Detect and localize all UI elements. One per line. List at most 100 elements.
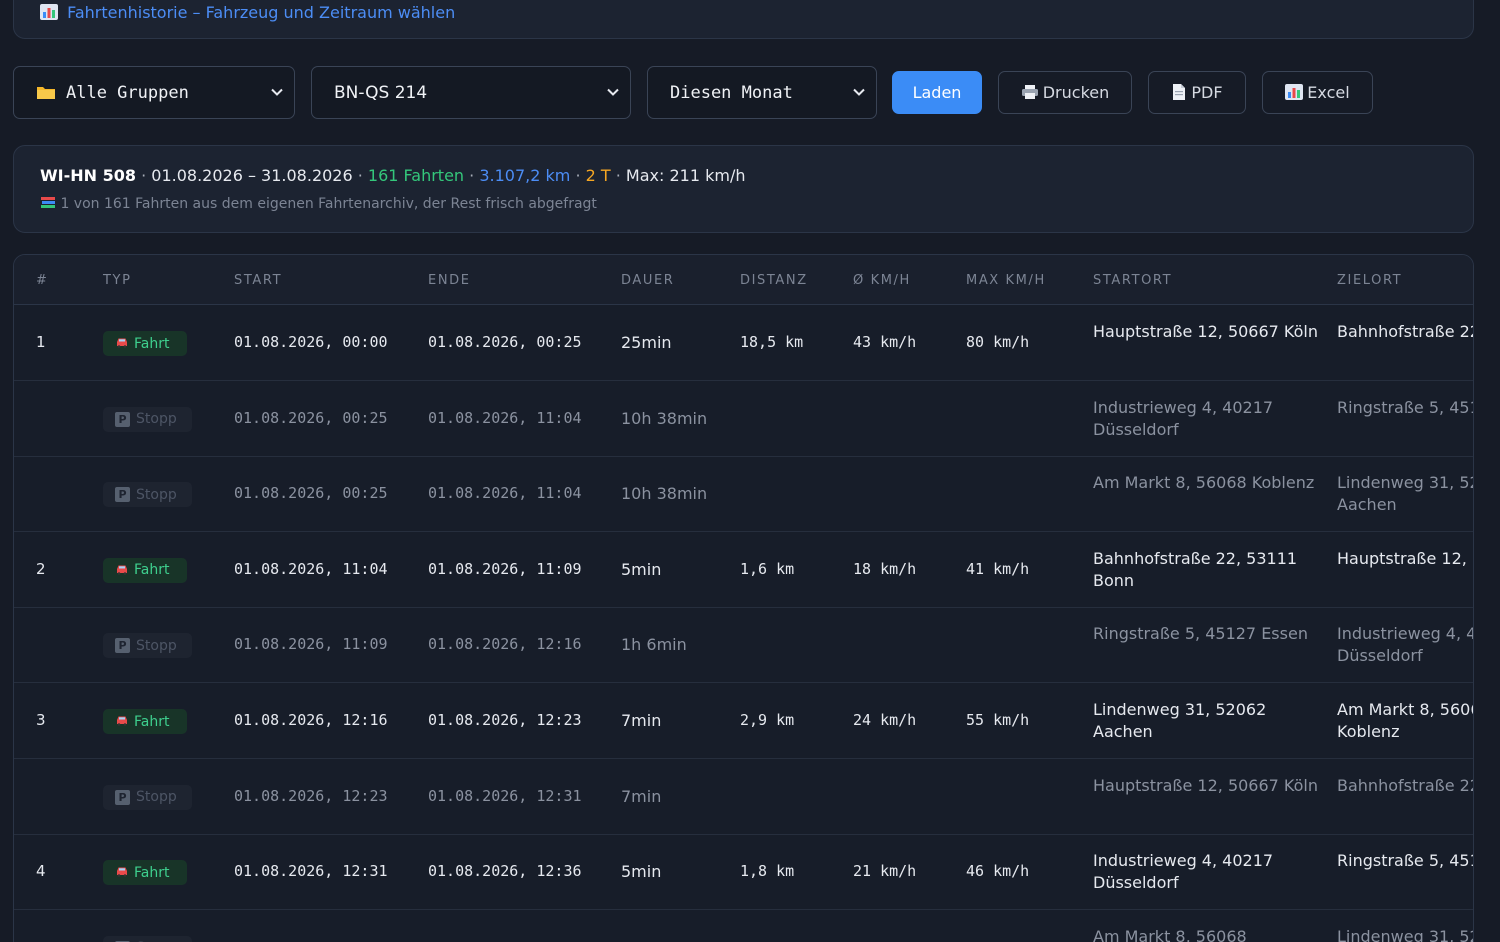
period-select[interactable]: Diesen Monat <box>647 66 877 119</box>
distance: 1,6 km <box>740 559 795 578</box>
col-header-start[interactable]: START <box>234 273 282 288</box>
duration: 5min <box>621 862 662 882</box>
row-number: 3 <box>36 711 46 729</box>
page-title: Fahrtenhistorie – Fahrzeug und Zeitraum … <box>40 3 455 22</box>
group-select[interactable]: Alle Gruppen <box>13 66 295 119</box>
table-row[interactable]: 3 01.08.2026, 12:16 01.08.2026, 12:23 7min 2… <box>14 683 1473 759</box>
group-select-value: Alle Gruppen <box>66 82 189 103</box>
document-icon <box>1171 83 1187 102</box>
bar-chart-icon <box>40 3 63 22</box>
trip-badge: Fahrt <box>103 860 187 886</box>
summary-line: WI-HN 508 · 01.08.2026 – 31.08.2026 · 16… <box>40 166 746 185</box>
start-time: 01.08.2026, 12:16 <box>234 711 388 729</box>
col-header-start-location[interactable]: STARTORT <box>1093 273 1172 288</box>
row-number: 4 <box>36 862 46 881</box>
parking-icon: P <box>115 638 130 654</box>
start-time: 01.08.2026, 00:00 <box>234 333 388 351</box>
table-row[interactable]: 01.08.2026, 00:25 01.08.2026, 11:04 10h 38… <box>14 456 1473 533</box>
table-row[interactable]: 2 01.08.2026, 11:04 01.08.2026, 11:09 5min 1… <box>14 532 1473 608</box>
pdf-button[interactable]: PDF <box>1148 71 1246 114</box>
bar-chart-icon <box>1285 83 1304 102</box>
car-icon <box>115 336 129 351</box>
max-speed: 41 km/h <box>966 559 1030 578</box>
end-time: 01.08.2026, 11:04 <box>428 484 582 503</box>
table-row[interactable]: 01.08.2026, 12:23 01.08.2026, 12:31 7min Ha… <box>14 759 1473 835</box>
type-label: Stopp <box>136 486 177 503</box>
summary-max-speed: Max: 211 km/h <box>625 166 746 185</box>
col-header-distance[interactable]: DISTANZ <box>740 273 808 288</box>
start-location: Industrieweg 4, 40217 Düsseldorf <box>1093 851 1274 893</box>
summary-card: WI-HN 508 · 01.08.2026 – 31.08.2026 · 16… <box>13 145 1474 233</box>
destination: Bahnhofstraße 22, Bonn <box>1337 775 1473 795</box>
excel-button[interactable]: Excel <box>1262 71 1373 114</box>
col-header-num[interactable]: # <box>36 273 49 288</box>
pdf-button-label: PDF <box>1191 83 1223 102</box>
start-location: Am Markt 8, 56068 <box>1093 926 1247 942</box>
trip-badge: Fahrt <box>103 331 187 356</box>
col-header-end[interactable]: ENDE <box>428 273 471 288</box>
max-speed: 80 km/h <box>966 333 1030 351</box>
destination: Ringstraße 5, 4512 <box>1337 397 1473 417</box>
avg-speed: 18 km/h <box>853 559 917 578</box>
print-button-label: Drucken <box>1042 83 1110 102</box>
chevron-down-icon <box>271 88 283 96</box>
duration: 10h 38min <box>621 484 708 504</box>
car-icon <box>115 865 129 880</box>
table-header: # TYP START ENDE DAUER DISTANZ Ø KM/H MA… <box>14 255 1473 305</box>
stop-badge: PStopp <box>103 406 192 432</box>
summary-period: 01.08.2026 – 31.08.2026 <box>151 166 353 185</box>
end-time: 01.08.2026, 12:36 <box>428 862 582 881</box>
duration: 7min <box>621 711 662 730</box>
col-header-type[interactable]: TYP <box>103 273 132 288</box>
start-location: Am Markt 8, 56068 Koblenz <box>1093 473 1315 493</box>
destination: Lindenweg 31, 520 Aachen <box>1337 473 1473 515</box>
parking-icon: P <box>115 487 130 503</box>
end-time: 01.08.2026, 12:16 <box>428 635 582 654</box>
type-label: Fahrt <box>134 335 170 352</box>
row-number: 1 <box>36 333 46 351</box>
summary-note-text: 1 von 161 Fahrten aus dem eigenen Fahrte… <box>60 196 597 212</box>
avg-speed: 24 km/h <box>853 711 917 729</box>
max-speed: 46 km/h <box>966 862 1030 881</box>
table-row[interactable]: 01.08.2026, 11:09 01.08.2026, 12:16 1h 6mi… <box>14 607 1473 684</box>
stop-badge: PStopp <box>103 935 192 942</box>
destination: Am Markt 8, 5606 Koblenz <box>1337 700 1474 741</box>
page-title-text: Fahrtenhistorie – Fahrzeug und Zeitraum … <box>67 3 456 22</box>
table-row[interactable]: Am Markt 8, 56068 Lindenweg 31, 520 PStopp <box>14 910 1473 942</box>
duration: 5min <box>621 559 662 579</box>
destination: Ringstraße 5, 4512 <box>1337 851 1473 871</box>
books-icon <box>40 196 60 212</box>
start-time: 01.08.2026, 11:04 <box>234 559 388 578</box>
load-button[interactable]: Laden <box>892 71 982 114</box>
start-location: Hauptstraße 12, 50667 Köln <box>1093 322 1318 341</box>
table-row[interactable]: 1 01.08.2026, 00:00 01.08.2026, 00:25 25min… <box>14 305 1473 381</box>
avg-speed: 43 km/h <box>853 333 917 351</box>
stop-badge: PStopp <box>103 633 192 659</box>
table-row[interactable]: 01.08.2026, 00:25 01.08.2026, 11:04 10h 38… <box>14 381 1473 457</box>
chevron-down-icon <box>853 88 865 96</box>
distance: 1,8 km <box>740 862 795 881</box>
print-button[interactable]: Drucken <box>998 71 1132 114</box>
duration: 7min <box>621 786 662 806</box>
type-label: Stopp <box>136 789 177 806</box>
destination: Hauptstraße 12, 50 Köln <box>1337 548 1473 568</box>
end-time: 01.08.2026, 00:25 <box>428 333 582 351</box>
trip-badge: Fahrt <box>103 709 187 734</box>
duration: 1h 6min <box>621 635 687 655</box>
stop-badge: P Stopp <box>103 482 192 508</box>
vehicle-select[interactable]: BN-QS 214 <box>311 66 631 119</box>
start-location: Ringstraße 5, 45127 Essen <box>1093 624 1308 644</box>
destination: Lindenweg 31, 520 <box>1337 926 1473 942</box>
stop-badge: PStopp <box>103 784 192 810</box>
type-label: Fahrt <box>134 864 170 881</box>
table-row[interactable]: 4 01.08.2026, 12:31 01.08.2026, 12:36 5min 1… <box>14 834 1473 911</box>
start-location: Industrieweg 4, 40217 Düsseldorf <box>1093 397 1274 439</box>
avg-speed: 21 km/h <box>853 862 917 881</box>
col-header-avg-speed[interactable]: Ø KM/H <box>853 273 911 288</box>
car-icon <box>115 563 129 578</box>
col-header-destination[interactable]: ZIELORT <box>1337 273 1402 288</box>
col-header-max-speed[interactable]: MAX KM/H <box>966 273 1046 288</box>
col-header-duration[interactable]: DAUER <box>621 273 674 288</box>
start-location: Hauptstraße 12, 50667 Köln <box>1093 775 1318 795</box>
summary-trips: 161 Fahrten <box>367 166 465 185</box>
